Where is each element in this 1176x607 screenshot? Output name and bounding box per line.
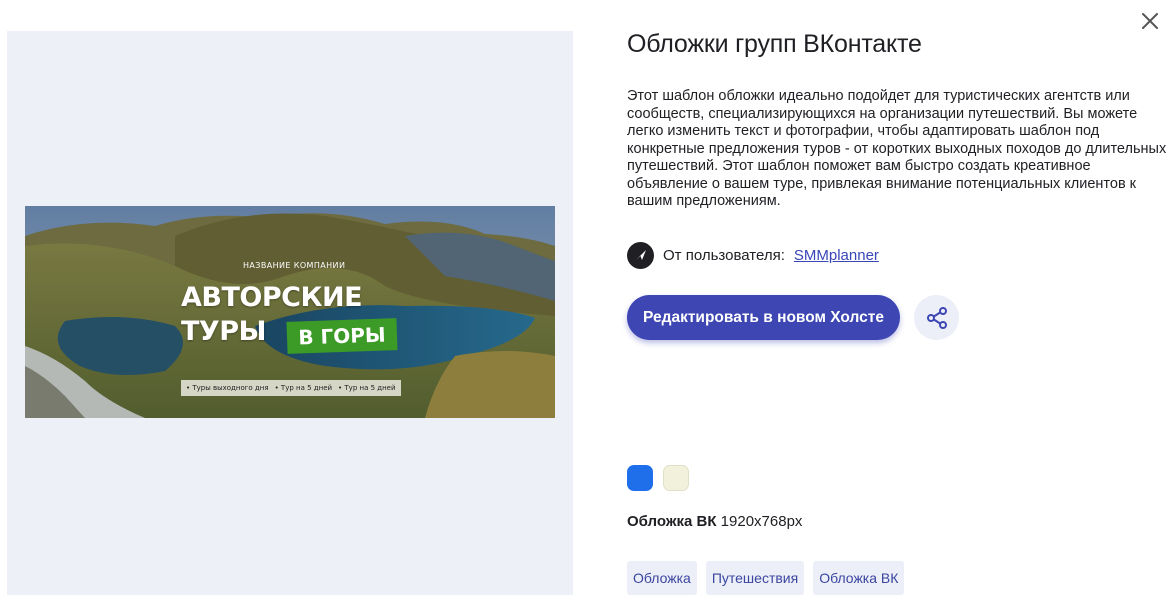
banner-badge: В ГОРЫ <box>286 318 398 354</box>
author-link[interactable]: SMMplanner <box>794 247 879 264</box>
edit-in-canvas-button[interactable]: Редактировать в новом Холсте <box>627 295 900 340</box>
author-prefix: От пользователя: <box>663 246 785 264</box>
color-swatch-blue[interactable] <box>627 465 653 491</box>
format-name: Обложка ВК <box>627 513 717 530</box>
banner-chip: • Туры выходного дня <box>186 384 269 392</box>
template-title: Обложки групп ВКонтакте <box>627 30 922 58</box>
template-preview-image: НАЗВАНИЕ КОМПАНИИ АВТОРСКИЕ ТУРЫ В ГОРЫ … <box>25 206 555 418</box>
tag-item[interactable]: Обложка ВК <box>813 561 905 595</box>
close-icon <box>1142 13 1158 29</box>
format-size: 1920x768px <box>720 513 803 530</box>
color-swatch-cream[interactable] <box>663 465 689 491</box>
close-button[interactable] <box>1138 9 1162 33</box>
tag-item[interactable]: Обложка <box>627 561 697 595</box>
tag-item[interactable]: Путешествия <box>705 561 805 595</box>
banner-chips: • Туры выходного дня • Тур на 5 дней • Т… <box>181 380 401 396</box>
banner-headline-line1: АВТОРСКИЕ <box>181 282 363 313</box>
share-icon <box>926 306 947 329</box>
author-avatar <box>627 241 654 269</box>
tag-list: Обложка Путешествия Обложка ВК <box>627 561 905 595</box>
banner-chip: • Тур на 5 дней <box>274 384 333 392</box>
template-description: Этот шаблон обложки идеально подойдет дл… <box>627 88 1167 209</box>
format-info: Обложка ВК 1920x768px <box>627 513 802 530</box>
banner-chip: • Тур на 5 дней <box>338 384 396 392</box>
share-button[interactable] <box>914 295 959 340</box>
author-row: От пользователя: SMMplanner <box>627 241 879 269</box>
banner-headline-line2: ТУРЫ <box>181 316 267 347</box>
paper-plane-icon <box>635 250 646 260</box>
banner-company-name: НАЗВАНИЕ КОМПАНИИ <box>243 261 346 270</box>
